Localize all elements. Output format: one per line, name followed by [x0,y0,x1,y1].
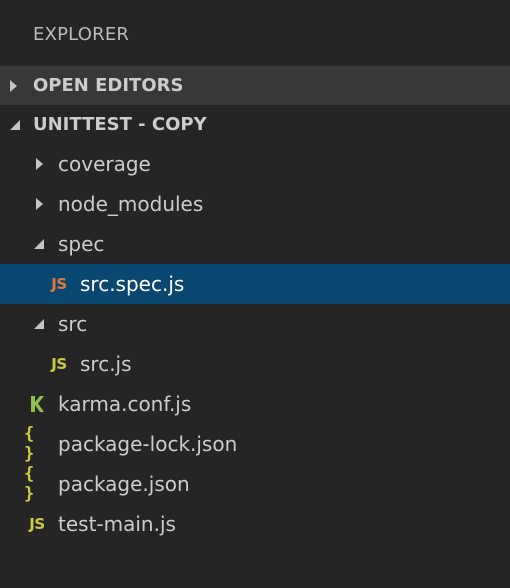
file-test-main-js[interactable]: JS test-main.js [0,504,510,544]
tree-item-label: coverage [58,152,151,176]
tree-item-label: package.json [58,472,190,496]
js-file-icon: JS [29,515,45,533]
chevron-right-icon [33,144,45,184]
chevron-right-icon [10,66,17,105]
tree-item-label: package-lock.json [58,432,238,456]
file-tree: coverage node_modules spec JS src.spec.j… [0,144,510,544]
folder-spec[interactable]: spec [0,224,510,264]
chevron-down-icon [10,105,20,144]
explorer-panel: EXPLORER OPEN EDITORS UNITTEST - COPY co… [0,0,510,588]
open-editors-label: OPEN EDITORS [33,75,184,96]
tree-item-label: src [58,312,88,336]
file-src-js[interactable]: JS src.js [0,344,510,384]
folder-src[interactable]: src [0,304,510,344]
js-file-icon: JS [51,355,67,373]
file-karma-conf-js[interactable]: karma.conf.js [0,384,510,424]
tree-item-label: karma.conf.js [58,392,192,416]
tree-item-label: src.spec.js [80,272,185,296]
file-package-json[interactable]: { } package.json [0,464,510,504]
explorer-title: EXPLORER [33,24,130,45]
workspace-label: UNITTEST - COPY [33,114,207,135]
folder-coverage[interactable]: coverage [0,144,510,184]
file-package-lock-json[interactable]: { } package-lock.json [0,424,510,464]
karma-icon [26,384,48,424]
workspace-section-header[interactable]: UNITTEST - COPY [0,105,510,144]
chevron-right-icon [33,184,45,224]
tree-item-label: src.js [80,352,132,376]
tree-item-label: node_modules [58,192,204,216]
json-file-icon: { } [24,464,35,504]
js-test-file-icon: JS [51,275,67,293]
folder-node-modules[interactable]: node_modules [0,184,510,224]
json-file-icon: { } [24,424,35,464]
chevron-down-icon [32,224,46,264]
open-editors-section-header[interactable]: OPEN EDITORS [0,66,510,105]
tree-item-label: spec [58,232,105,256]
file-src-spec-js[interactable]: JS src.spec.js [0,264,510,304]
chevron-down-icon [32,304,46,344]
tree-item-label: test-main.js [58,512,176,536]
